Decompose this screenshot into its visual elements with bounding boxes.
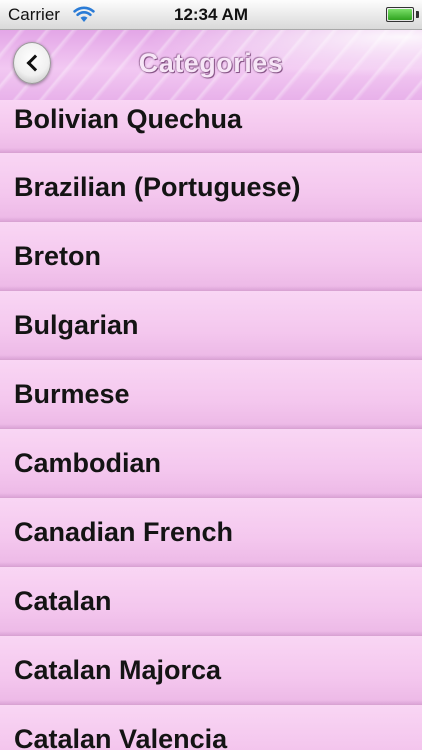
list-item-label: Cambodian [14,448,162,478]
list-item[interactable]: Canadian French [0,498,422,567]
list-item-label: Bolivian Quechua [14,104,243,134]
list-item[interactable]: Bulgarian [0,291,422,360]
categories-list: Bolivian Quechua Brazilian (Portuguese) … [0,100,422,750]
battery-icon [386,7,414,22]
app-screen: Carrier 12:34 AM Categories Bolivian Que… [0,0,422,750]
list-item[interactable]: Cambodian [0,429,422,498]
list-item-label: Burmese [14,379,130,409]
list-item-label: Bulgarian [14,310,139,340]
list-item-label: Brazilian (Portuguese) [14,172,301,202]
list-item[interactable]: Brazilian (Portuguese) [0,153,422,222]
list-item-label: Canadian French [14,517,234,547]
list-item[interactable]: Catalan Majorca [0,636,422,705]
status-time: 12:34 AM [173,5,248,24]
page-title: Categories [138,48,284,78]
list-item-label: Breton [14,241,101,271]
list-item[interactable]: Catalan [0,567,422,636]
list-item[interactable]: Burmese [0,360,422,429]
list-item[interactable]: Bolivian Quechua [0,100,422,153]
list-item-label: Catalan Majorca [14,655,222,685]
list-item[interactable]: Catalan Valencia [0,705,422,750]
nav-bar: Categories [0,30,422,100]
status-bar: Carrier 12:34 AM [0,0,422,30]
list-item-label: Catalan Valencia [14,724,228,750]
list-item[interactable]: Breton [0,222,422,291]
list-item-label: Catalan [14,586,112,616]
battery-tip [416,11,419,18]
